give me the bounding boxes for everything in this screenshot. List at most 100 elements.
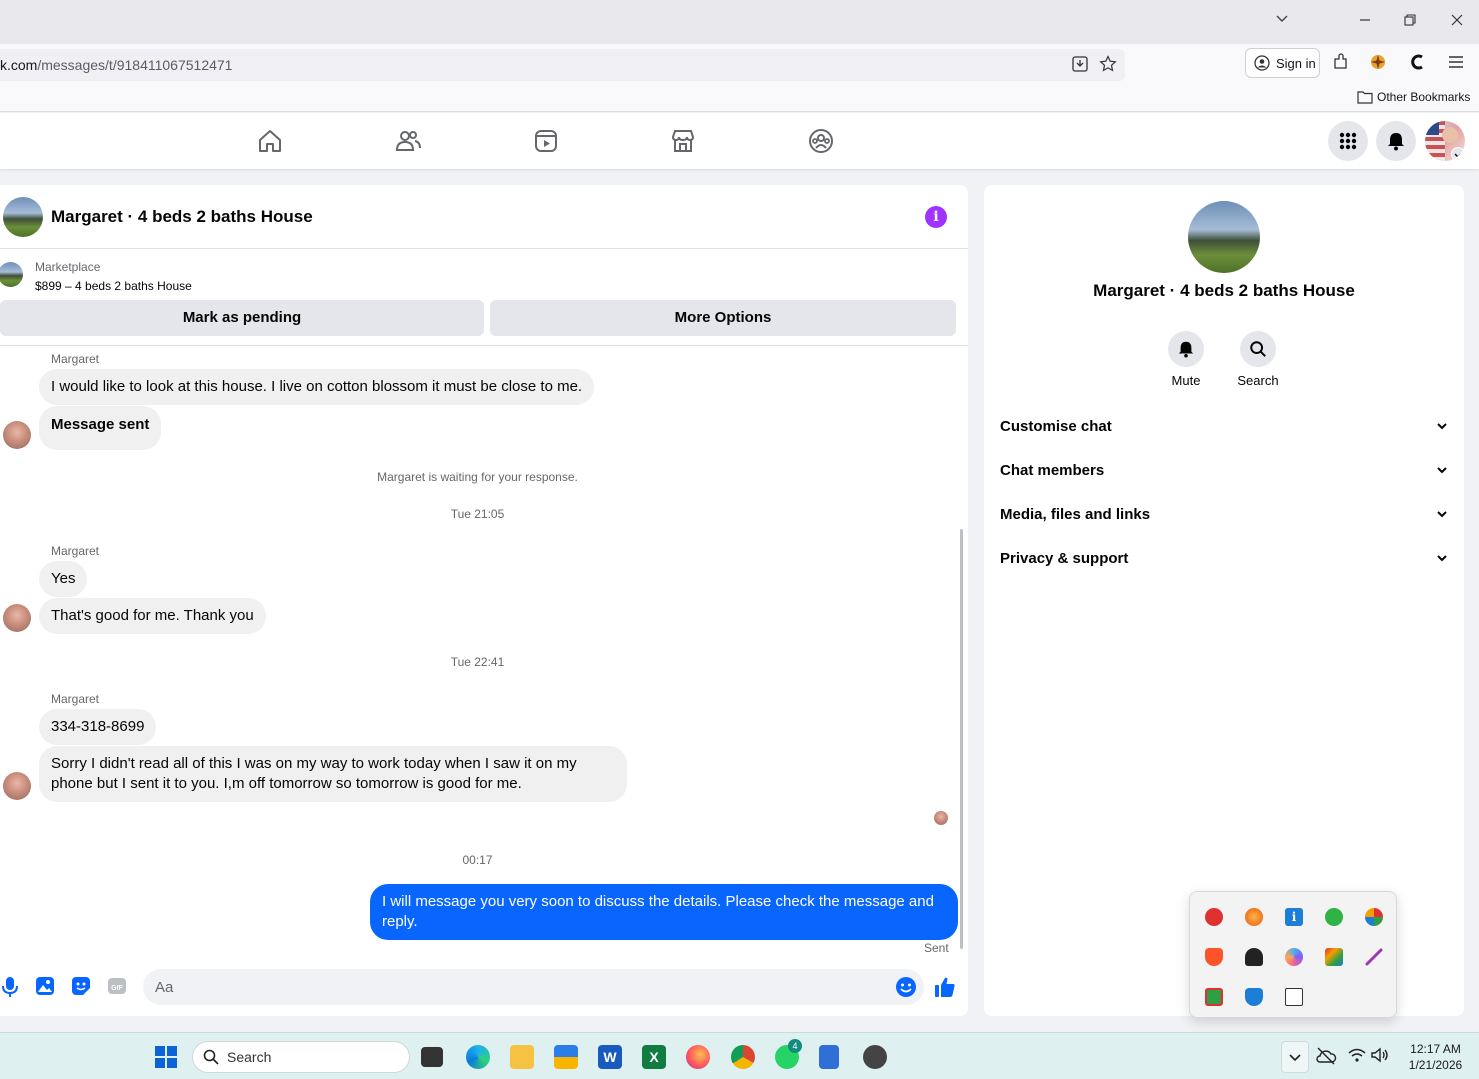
address-bar[interactable]: k.com/messages/t/918411067512471: [0, 49, 1125, 81]
restore-icon[interactable]: [1400, 12, 1420, 32]
word-icon[interactable]: W: [598, 1045, 622, 1069]
bell-icon: [1388, 133, 1404, 151]
store-icon[interactable]: [554, 1045, 578, 1069]
security-shield-icon[interactable]: [1245, 988, 1263, 1006]
whatsapp-tray-icon[interactable]: [1325, 908, 1343, 926]
notepad-icon[interactable]: [819, 1045, 839, 1069]
pen-app-icon[interactable]: [1365, 948, 1383, 966]
friends-icon[interactable]: [394, 127, 422, 155]
like-thumb-icon[interactable]: [934, 976, 956, 998]
svg-text:GIF: GIF: [111, 985, 123, 992]
message-scrollbar[interactable]: [960, 529, 963, 949]
video-icon[interactable]: [532, 127, 560, 155]
accordion-privacy-support[interactable]: Privacy & support: [1000, 538, 1448, 578]
accordion-chat-members[interactable]: Chat members: [1000, 450, 1448, 490]
minimize-icon[interactable]: [1355, 12, 1375, 32]
mark-pending-button[interactable]: Mark as pending: [0, 300, 484, 336]
firefox-icon[interactable]: [686, 1045, 710, 1069]
hotspot-app-icon[interactable]: [1245, 948, 1263, 966]
sticker-icon[interactable]: [71, 976, 93, 998]
account-icon: [1254, 55, 1270, 71]
home-icon[interactable]: [256, 127, 284, 155]
show-hidden-icons-button[interactable]: [1281, 1041, 1309, 1073]
whatsapp-icon[interactable]: 4: [775, 1039, 802, 1069]
wifi-icon[interactable]: [1347, 1045, 1371, 1069]
tab-list-chevron-icon[interactable]: [1272, 12, 1292, 32]
notifications-button[interactable]: [1376, 121, 1416, 161]
message-bubble[interactable]: Message sent: [39, 406, 162, 450]
mute-button[interactable]: Mute: [1156, 331, 1216, 388]
apps-menu-button[interactable]: [1328, 121, 1368, 161]
accordion-media-files-links[interactable]: Media, files and links: [1000, 494, 1448, 534]
sender-avatar[interactable]: [3, 421, 31, 449]
volume-icon[interactable]: [1370, 1045, 1394, 1069]
accordion-label: Customise chat: [1000, 417, 1112, 435]
usb-device-icon[interactable]: [1285, 988, 1303, 1006]
excel-icon[interactable]: X: [642, 1045, 666, 1069]
extensions-icon[interactable]: [1331, 52, 1353, 74]
app-a-icon[interactable]: [1325, 948, 1343, 966]
message-bubble[interactable]: I would like to look at this house. I li…: [39, 369, 595, 405]
system-clock[interactable]: 12:17 AM 1/21/2026: [1398, 1041, 1473, 1073]
download-page-icon[interactable]: [1071, 55, 1091, 75]
message-bubble[interactable]: That's good for me. Thank you: [39, 598, 266, 634]
marketplace-icon[interactable]: [669, 127, 697, 155]
brave-icon[interactable]: [1205, 948, 1223, 966]
chat-title[interactable]: Margaret · 4 beds 2 baths House: [51, 207, 313, 227]
pdf-app-icon[interactable]: [1205, 988, 1223, 1006]
chevron-down-icon: [1437, 423, 1447, 430]
bookmark-star-icon[interactable]: [1099, 55, 1119, 75]
facebook-nav-bar: [0, 113, 1479, 169]
mute-label: Mute: [1171, 373, 1201, 388]
color-app-icon[interactable]: [1365, 908, 1383, 926]
penguin-app-icon[interactable]: [863, 1045, 887, 1069]
extension-c-icon[interactable]: [1408, 52, 1430, 74]
message-bubble[interactable]: Sorry I didn't read all of this I was on…: [39, 746, 627, 802]
expressvpn-icon[interactable]: [1205, 908, 1223, 926]
sender-name: Margaret: [51, 352, 100, 366]
copilot-icon[interactable]: [1285, 948, 1303, 966]
file-explorer-icon[interactable]: [510, 1045, 534, 1069]
onedrive-offline-icon[interactable]: [1315, 1045, 1339, 1069]
message-bubble[interactable]: 334-318-8699: [39, 709, 157, 745]
chrome-icon[interactable]: [731, 1045, 755, 1069]
sender-avatar[interactable]: [3, 604, 31, 632]
task-view-icon[interactable]: [421, 1047, 443, 1067]
microphone-icon[interactable]: [0, 976, 22, 998]
browser-toolbar: k.com/messages/t/918411067512471 Sign in…: [0, 44, 1479, 112]
sender-name: Margaret: [51, 692, 100, 706]
profile-avatar[interactable]: [1425, 121, 1465, 161]
groups-icon[interactable]: [807, 127, 835, 155]
sent-status: Sent: [924, 941, 949, 955]
chat-avatar[interactable]: [3, 197, 43, 237]
more-options-button[interactable]: More Options: [490, 300, 956, 336]
info-icon[interactable]: i: [925, 206, 947, 228]
emoji-icon[interactable]: [895, 976, 917, 998]
other-bookmarks[interactable]: Other Bookmarks: [1357, 90, 1470, 104]
listing-thumbnail[interactable]: [0, 262, 23, 287]
edge-icon[interactable]: [466, 1045, 490, 1069]
gif-icon[interactable]: GIF: [107, 976, 129, 998]
my-message-bubble[interactable]: I will message you very soon to discuss …: [370, 884, 958, 940]
menu-hamburger-icon[interactable]: [1446, 52, 1468, 74]
accordion-customise-chat[interactable]: Customise chat: [1000, 406, 1448, 446]
listing-title[interactable]: $899 – 4 beds 2 baths House: [35, 279, 192, 293]
search-button[interactable]: Search: [1228, 331, 1288, 388]
info-app-icon[interactable]: i: [1285, 908, 1303, 926]
sender-name: Margaret: [51, 544, 100, 558]
chat-profile-photo[interactable]: [1188, 201, 1260, 273]
close-icon[interactable]: [1447, 12, 1467, 32]
accordion-label: Media, files and links: [1000, 505, 1151, 523]
taskbar-search[interactable]: Search: [192, 1041, 410, 1073]
whatsapp-badge: 4: [788, 1039, 802, 1053]
flame-app-icon[interactable]: [1245, 908, 1263, 926]
extension-star-icon[interactable]: [1368, 52, 1390, 74]
sender-avatar[interactable]: [3, 772, 31, 800]
message-input[interactable]: [143, 969, 924, 1005]
url-text[interactable]: k.com/messages/t/918411067512471: [0, 57, 232, 73]
photo-icon[interactable]: [35, 976, 57, 998]
start-icon[interactable]: [154, 1045, 178, 1069]
message-bubble[interactable]: Yes: [39, 561, 88, 597]
chat-profile-name: Margaret · 4 beds 2 baths House: [1093, 281, 1355, 300]
sign-in-button[interactable]: Sign in: [1245, 48, 1320, 78]
